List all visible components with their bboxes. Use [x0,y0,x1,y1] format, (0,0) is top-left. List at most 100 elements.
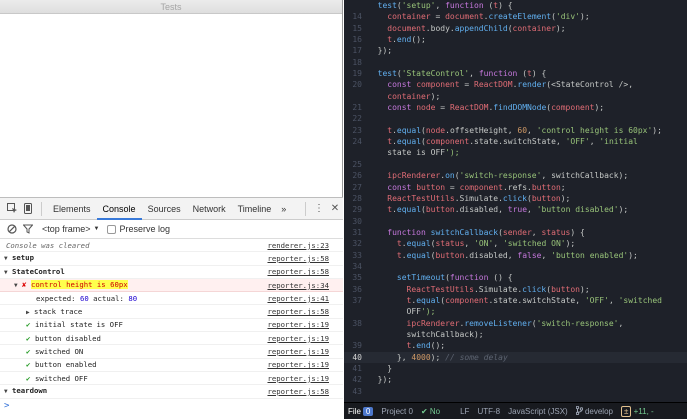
console-prompt[interactable]: > [0,399,343,413]
more-tabs-icon[interactable]: » [277,198,290,220]
code-line[interactable]: 14 container = document.createElement('d… [344,11,687,22]
project-issues[interactable]: Project 0 [377,407,417,416]
code-text: switchCallback); [406,329,484,339]
source-link[interactable]: renderer.js:23 [267,239,329,252]
code-line[interactable]: 32 t.equal(status, 'ON', 'switched ON'); [344,238,687,249]
grammar[interactable]: JavaScript (JSX) [504,407,572,416]
code-line[interactable]: 22 [344,113,687,124]
check-icon: ✔ [26,347,31,357]
expand-triangle-icon[interactable]: ▶ [26,306,34,319]
code-text: setTimeout(function () { [396,273,513,283]
code-line[interactable]: 16 t.end(); [344,34,687,45]
code-line[interactable]: 36 ReactTestUtils.Simulate.click(button)… [344,284,687,295]
git-diff[interactable]: ± +11, - [617,405,658,417]
git-branch[interactable]: develop [572,405,617,417]
encoding[interactable]: UTF-8 [473,407,504,416]
preserve-log-checkbox[interactable] [107,224,117,234]
editor-text-area[interactable]: test('setup', function (t) {14 container… [344,0,687,402]
source-link[interactable]: reporter.js:19 [267,358,329,371]
console-error-group[interactable]: ▼ ✘ control height is 60px reporter.js:34 [0,278,343,293]
expected-label: expected: [36,293,76,303]
source-link[interactable]: reporter.js:58 [267,265,329,278]
file-issues[interactable]: File 0 [344,406,377,416]
source-link[interactable]: reporter.js:41 [267,292,329,305]
code-line[interactable]: 43 [344,386,687,397]
code-text: document.body.appendChild(container); [387,23,566,33]
code-line[interactable]: 40 }, 4000); // some delay [344,351,687,363]
group-label: teardown [12,386,48,396]
device-mode-icon[interactable] [20,201,36,217]
code-line[interactable]: 38 ipcRenderer.removeListener('switch-re… [344,318,687,329]
page-viewport [0,14,342,197]
actual-value: 80 [128,293,138,303]
line-number [344,0,368,11]
line-number: 27 [352,182,362,192]
code-line[interactable]: 26 ipcRenderer.on('switch-response', swi… [344,170,687,181]
group-label: StateControl [12,266,65,276]
source-link[interactable]: reporter.js:19 [267,345,329,358]
code-line[interactable]: 31 function switchCallback(sender, statu… [344,227,687,238]
pass-label: button disabled [35,333,101,343]
code-line[interactable]: OFF'); [344,306,687,317]
code-line[interactable]: 41 } [344,363,687,374]
expand-triangle-icon[interactable]: ▼ [14,279,22,292]
console-group[interactable]: ▼ teardown reporter.js:58 [0,385,343,399]
code-line[interactable]: 18 [344,57,687,68]
expand-triangle-icon[interactable]: ▼ [4,252,12,265]
code-line[interactable]: container); [344,91,687,102]
source-link[interactable]: reporter.js:19 [267,318,329,331]
code-line[interactable]: 29 t.equal(button.disabled, true, 'butto… [344,204,687,215]
line-number: 40 [352,352,362,362]
code-editor: test('setup', function (t) {14 container… [344,0,687,419]
code-line[interactable]: test('setup', function (t) { [344,0,687,11]
code-line[interactable]: 15 document.body.appendChild(container); [344,23,687,34]
inspect-element-icon[interactable] [4,201,20,217]
code-text: OFF'); [406,307,436,317]
code-line[interactable]: 23 t.equal(node.offsetHeight, 60, 'contr… [344,125,687,136]
code-line[interactable]: switchCallback); [344,329,687,340]
code-line[interactable]: 35 setTimeout(function () { [344,272,687,283]
tab-elements[interactable]: Elements [47,198,97,220]
console-group[interactable]: ▼ StateControl reporter.js:58 [0,266,343,279]
source-link[interactable]: reporter.js:58 [267,385,329,398]
tab-timeline[interactable]: Timeline [232,198,278,220]
close-icon[interactable]: ✕ [327,201,343,217]
source-link[interactable]: reporter.js:34 [267,279,329,292]
code-line[interactable]: 17 }); [344,45,687,56]
code-line[interactable]: 20 const component = ReactDOM.render(<St… [344,79,687,90]
expand-triangle-icon[interactable]: ▼ [4,266,12,279]
kebab-menu-icon[interactable]: ⋮ [311,201,327,217]
clear-console-icon[interactable] [4,221,20,237]
tab-network[interactable]: Network [187,198,232,220]
source-link[interactable]: reporter.js:19 [267,332,329,345]
code-line[interactable]: 37 t.equal(component.state.switchState, … [344,295,687,306]
source-link[interactable]: reporter.js:58 [267,252,329,265]
code-line[interactable]: 21 const node = ReactDOM.findDOMNode(com… [344,102,687,113]
tab-console[interactable]: Console [96,198,142,220]
source-link[interactable]: reporter.js:58 [267,305,329,318]
frame-select[interactable]: <top frame> ▼ [42,224,99,234]
console-row: ✔ switched OFF reporter.js:19 [0,372,343,386]
source-link[interactable]: reporter.js:19 [267,372,329,385]
code-line[interactable]: 30 [344,216,687,227]
code-line[interactable]: 33 t.equal(button.disabled, false, 'butt… [344,250,687,261]
code-line[interactable]: 39 t.end(); [344,340,687,351]
line-number: 21 [352,103,362,113]
line-ending[interactable]: LF [456,407,473,416]
code-line[interactable]: 34 [344,261,687,272]
code-text: ReactTestUtils.Simulate.click(button); [387,193,571,203]
code-line[interactable]: 27 const button = component.refs.button; [344,182,687,193]
failed-test-label: control height is 60px [31,280,128,290]
code-line[interactable]: state is OFF'); [344,147,687,158]
code-line[interactable]: 28 ReactTestUtils.Simulate.click(button)… [344,193,687,204]
tab-sources[interactable]: Sources [142,198,187,220]
code-line[interactable]: 19 test('StateControl', function (t) { [344,68,687,79]
no-issues[interactable]: ✔ No [417,407,444,416]
code-line[interactable]: 42 }); [344,374,687,385]
console-group[interactable]: ▼ setup reporter.js:58 [0,252,343,266]
code-line[interactable]: 24 t.equal(component.state.switchState, … [344,136,687,147]
filter-icon[interactable] [20,221,36,237]
console-group[interactable]: ▶ stack trace reporter.js:58 [0,305,343,319]
code-line[interactable]: 25 [344,159,687,170]
expand-triangle-icon[interactable]: ▼ [4,385,12,398]
